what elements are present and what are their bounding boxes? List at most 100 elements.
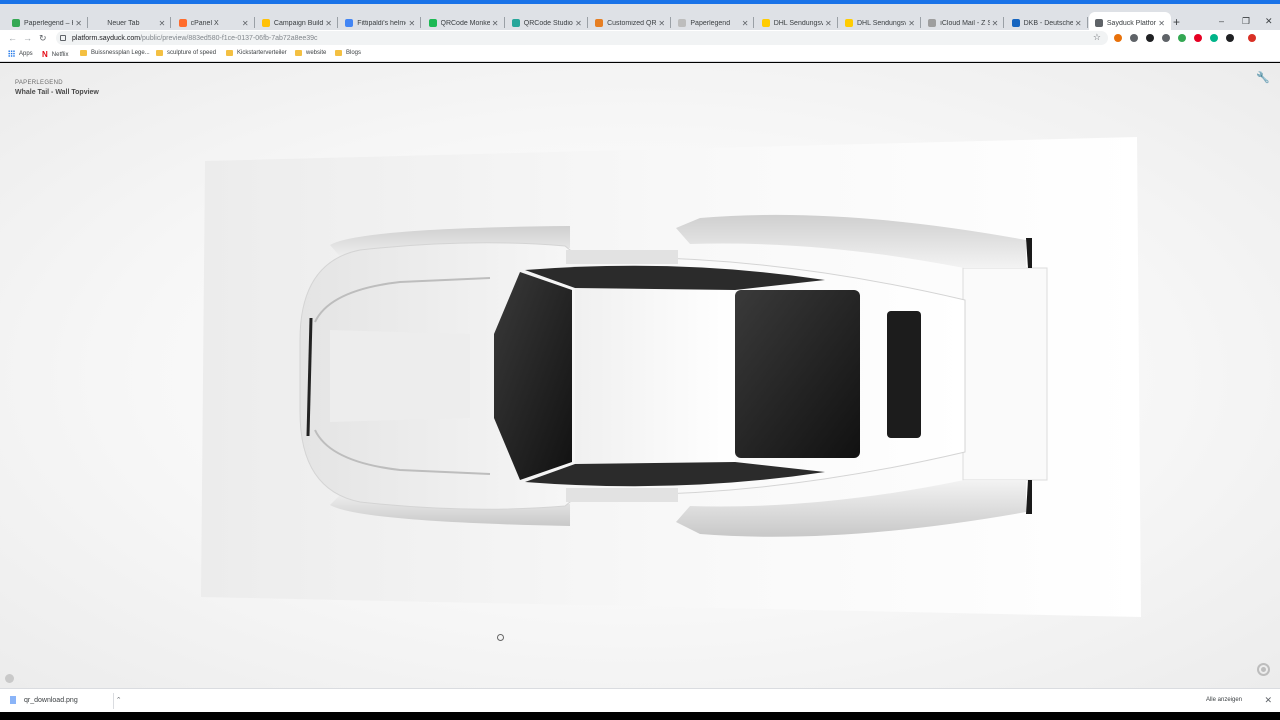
tab-close-icon[interactable]: ✕ bbox=[159, 19, 166, 28]
tab-close-icon[interactable]: ✕ bbox=[575, 19, 582, 28]
extension-icon[interactable] bbox=[1210, 34, 1218, 42]
tab-label: Campaign Builder bbox=[273, 19, 324, 27]
screen-bottom-bar bbox=[0, 712, 1280, 720]
folder-icon bbox=[156, 50, 163, 56]
minimize-icon[interactable]: – bbox=[1219, 16, 1224, 26]
tab-favicon-icon bbox=[1094, 19, 1103, 27]
tab-close-icon[interactable]: ✕ bbox=[742, 19, 749, 28]
maximize-icon[interactable]: ❐ bbox=[1242, 16, 1250, 27]
tab-favicon-icon bbox=[428, 19, 437, 27]
download-item[interactable]: qr_download.png ⌃ bbox=[10, 696, 122, 704]
tab-label: Customized QR co bbox=[607, 19, 657, 27]
tab-close-icon[interactable]: ✕ bbox=[492, 19, 499, 28]
tab-close-icon[interactable]: ✕ bbox=[1158, 19, 1165, 28]
tab-label: DHL Sendungsverf bbox=[773, 19, 823, 27]
tab-close-icon[interactable]: ✕ bbox=[908, 19, 915, 28]
browser-toolbar: ← → ↻ platform.sayduck.com/public/previe… bbox=[0, 30, 1280, 46]
ar-view-icon[interactable] bbox=[1257, 663, 1270, 676]
tab-close-icon[interactable]: ✕ bbox=[825, 19, 832, 28]
model-title: Whale Tail - Wall Topview bbox=[15, 89, 99, 96]
url-path: /public/preview/883ed580-f1ce-0137-06fb-… bbox=[140, 34, 318, 42]
bookmark-item[interactable]: N Netflix bbox=[42, 50, 68, 59]
close-icon[interactable]: ✕ bbox=[1264, 695, 1272, 706]
extension-icon[interactable] bbox=[1248, 34, 1256, 42]
bookmark-label: Kickstarterverteiler bbox=[237, 50, 287, 56]
tab-favicon-icon bbox=[178, 19, 187, 27]
back-icon[interactable]: ← bbox=[8, 32, 17, 44]
url-host: platform.sayduck.com bbox=[72, 34, 141, 42]
tab-close-icon[interactable]: ✕ bbox=[992, 19, 999, 28]
waist-gap-bottom bbox=[566, 488, 678, 502]
tab-favicon-icon bbox=[1011, 19, 1020, 27]
netflix-icon: N bbox=[42, 50, 48, 59]
tab-label: QRCode Studio | C bbox=[523, 19, 573, 27]
extension-icon[interactable] bbox=[1130, 34, 1138, 42]
bookmark-item[interactable]: website bbox=[295, 50, 326, 56]
folder-icon bbox=[335, 50, 342, 56]
bookmark-item[interactable]: Kickstarterverteiler bbox=[226, 50, 287, 56]
wrench-icon[interactable]: 🔧 bbox=[1256, 71, 1270, 84]
tab-favicon-icon bbox=[595, 19, 604, 27]
brand-label: PAPERLEGEND bbox=[15, 80, 63, 86]
sayduck-logo-icon[interactable] bbox=[5, 674, 14, 683]
forward-icon[interactable]: → bbox=[23, 32, 32, 44]
extension-icon[interactable] bbox=[1194, 34, 1202, 42]
tab-favicon-icon bbox=[95, 19, 104, 27]
new-tab-button[interactable]: + bbox=[1173, 15, 1180, 29]
whale-tail-spoiler bbox=[962, 238, 1048, 514]
tab-strip: Paperlegend – Ho✕Neuer Tab✕cPanel X✕Camp… bbox=[0, 0, 1280, 34]
hood-panel bbox=[330, 330, 470, 422]
show-all-downloads-button[interactable]: Alle anzeigen bbox=[1206, 697, 1242, 703]
extension-icon[interactable] bbox=[1114, 34, 1122, 42]
close-window-icon[interactable]: ✕ bbox=[1265, 16, 1273, 27]
tab-favicon-icon bbox=[345, 19, 354, 27]
tab-close-icon[interactable]: ✕ bbox=[408, 19, 415, 28]
folder-icon bbox=[226, 50, 233, 56]
tab-favicon-icon bbox=[928, 19, 937, 27]
tab-favicon-icon bbox=[261, 19, 270, 27]
tab-close-icon[interactable]: ✕ bbox=[242, 19, 249, 28]
address-bar[interactable]: platform.sayduck.com/public/preview/883e… bbox=[56, 31, 1108, 45]
download-filename: qr_download.png bbox=[24, 696, 78, 704]
file-icon bbox=[10, 696, 16, 704]
rear-window bbox=[735, 290, 860, 458]
tab-favicon-icon bbox=[761, 19, 770, 27]
chevron-up-icon[interactable]: ⌃ bbox=[116, 696, 122, 704]
tab-label: cPanel X bbox=[190, 19, 219, 27]
download-shelf: qr_download.png ⌃ Alle anzeigen ✕ bbox=[0, 688, 1280, 712]
extension-icon[interactable] bbox=[1162, 34, 1170, 42]
tab-close-icon[interactable]: ✕ bbox=[325, 19, 332, 28]
tab-label: Paperlegend – Ho bbox=[24, 19, 73, 27]
bookmark-label: Netflix bbox=[51, 51, 69, 58]
bookmark-item[interactable]: sculpture of speed bbox=[156, 50, 216, 56]
3d-model-canvas[interactable] bbox=[0, 63, 1280, 688]
extension-icon[interactable] bbox=[1146, 34, 1154, 42]
bookmarks-bar: Apps N Netflix Buissnessplan Lege... sculptu… bbox=[0, 46, 1280, 62]
bookmark-label: Blogs bbox=[346, 50, 362, 56]
tab-favicon-icon bbox=[12, 19, 20, 27]
tab-favicon-icon bbox=[845, 19, 853, 27]
bookmark-star-icon[interactable]: ☆ bbox=[1093, 32, 1101, 43]
waist-gap-top bbox=[566, 250, 678, 264]
extension-icon[interactable] bbox=[1226, 34, 1234, 42]
tab-close-icon[interactable]: ✕ bbox=[1075, 19, 1082, 28]
product-viewer[interactable]: PAPERLEGEND Whale Tail - Wall Topview 🔧 bbox=[0, 63, 1280, 688]
engine-grille bbox=[887, 311, 921, 438]
bookmark-label: website bbox=[306, 50, 327, 56]
bookmark-item[interactable]: Buissnessplan Lege... bbox=[80, 50, 150, 56]
bookmark-item[interactable]: Blogs bbox=[335, 50, 361, 56]
tab-label: Fittipaldi's helmet bbox=[357, 19, 407, 27]
divider bbox=[113, 693, 114, 709]
tab-close-icon[interactable]: ✕ bbox=[75, 19, 82, 28]
tab-label: Sayduck Platform bbox=[1106, 19, 1156, 27]
reload-icon[interactable]: ↻ bbox=[39, 32, 47, 44]
tab-label: DKB - Deutsche Kr bbox=[1023, 19, 1073, 27]
folder-icon bbox=[80, 50, 87, 56]
tab-close-icon[interactable]: ✕ bbox=[658, 19, 665, 28]
tab-label: QRCode Monkey bbox=[440, 19, 490, 27]
lock-icon bbox=[60, 35, 66, 41]
tab-label: Neuer Tab bbox=[107, 19, 140, 27]
extension-icon[interactable] bbox=[1178, 34, 1186, 42]
bookmark-item[interactable]: Apps bbox=[8, 50, 33, 57]
roof-panel bbox=[575, 284, 735, 468]
